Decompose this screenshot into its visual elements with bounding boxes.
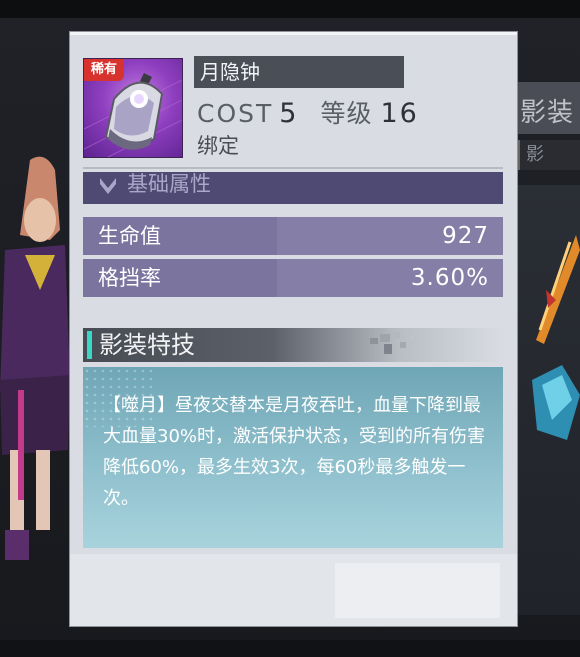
popup-footer-panel — [335, 563, 500, 618]
character-artwork — [0, 150, 70, 570]
crystal-artwork — [522, 360, 580, 450]
skill-section-header: 影装特技 — [83, 328, 503, 362]
attribute-value: 927 — [442, 223, 489, 249]
cost-level-line: COST 5 等级 16 — [197, 94, 419, 130]
bg-header-text: 影装 — [520, 98, 575, 128]
bind-status: 绑定 — [197, 134, 239, 158]
attribute-value: 3.60% — [410, 265, 489, 291]
level-label: 等级 — [320, 99, 373, 128]
popup-top-edge — [70, 32, 517, 35]
attribute-label: 格挡率 — [83, 259, 277, 297]
attributes-section-title: 基础属性 — [127, 172, 211, 196]
skill-description: 【噬月】昼夜交替本是月夜吞吐，血量下降到最大血量30%时，激活保护状态，受到的所… — [103, 395, 486, 509]
bg-subtab: 影 — [518, 140, 580, 170]
shield-icon — [97, 174, 119, 196]
pixel-decoration — [370, 332, 414, 354]
attribute-label: 生命值 — [83, 217, 277, 255]
bell-charm-icon: 稀有 — [83, 58, 183, 158]
weapon-artwork — [526, 230, 580, 350]
level-value: 16 — [380, 98, 419, 129]
attributes-section-header: 基础属性 — [83, 172, 503, 204]
item-name: 月隐钟 — [194, 56, 404, 88]
attribute-row: 格挡率 3.60% — [83, 259, 503, 297]
attribute-row: 生命值 927 — [83, 217, 503, 255]
top-bar — [0, 0, 580, 18]
cost-label: COST — [197, 99, 274, 128]
rarity-badge: 稀有 — [84, 59, 124, 81]
bottom-bar — [0, 640, 580, 657]
divider — [83, 167, 503, 169]
skill-section-title: 影装特技 — [99, 331, 195, 359]
skill-description-box: 【噬月】昼夜交替本是月夜吞吐，血量下降到最大血量30%时，激活保护状态，受到的所… — [83, 367, 503, 548]
item-detail-popup: 稀有 月隐钟 COST 5 等级 16 绑定 基础属性 生命值 927 格挡率 3.6… — [69, 31, 518, 627]
accent-bar — [87, 331, 92, 359]
cost-value: 5 — [279, 98, 299, 129]
